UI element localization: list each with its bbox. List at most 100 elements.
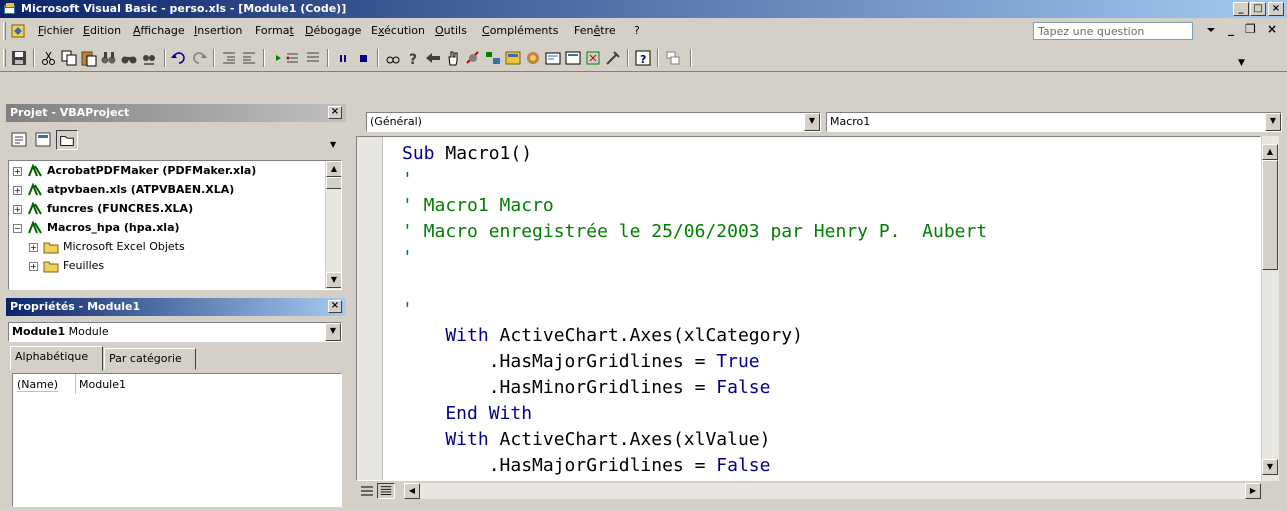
object-combo[interactable]: (Général) ▼ [366,112,821,132]
maximize-button[interactable]: □ [1250,2,1266,16]
menu-insertion[interactable]: Insertion [194,24,242,37]
toggle-breakpoint-icon[interactable] [284,49,302,67]
design-mode-icon[interactable] [464,49,482,67]
code-line[interactable]: .HasMajorGridlines = False [402,455,771,476]
menu-fenetre[interactable]: Fenêtre [574,24,616,37]
menu-execution[interactable]: Exécution [371,24,425,37]
question-input[interactable]: Tapez une question [1033,22,1193,40]
paste-icon[interactable] [80,49,98,67]
stop-icon[interactable] [354,49,372,67]
code-line[interactable]: .HasMajorGridlines = True [402,351,760,372]
procedure-view-icon[interactable] [358,483,376,499]
tree-expander[interactable]: + [13,205,22,214]
tree-expander[interactable]: + [29,243,38,252]
save-icon[interactable] [10,49,28,67]
toggle-folders-icon[interactable] [56,130,78,150]
scroll-right-button[interactable]: ▶ [1245,483,1261,499]
scroll-up-button[interactable]: ▲ [326,161,341,177]
menubar-grip[interactable] [3,22,6,40]
project-tree-scrollbar[interactable]: ▲ ▼ [325,161,341,289]
code-line[interactable]: .HasMinorGridlines = False [402,377,771,398]
code-line[interactable]: ' [402,169,413,190]
project-toolbar-chevron[interactable]: ▼ [330,140,336,149]
outdent-icon[interactable] [240,49,258,67]
help-question-icon[interactable]: ? [404,49,422,67]
tab-par-categorie[interactable]: Par catégorie [104,348,196,370]
procedure-combo[interactable]: Macro1 ▼ [826,112,1282,132]
code-horizontal-scrollbar[interactable]: ◀ ▶ [404,483,1261,499]
tree-expander[interactable]: + [29,262,38,271]
properties-object-combo[interactable]: Module1 Module ▼ [8,322,342,342]
code-vertical-scrollbar[interactable]: ▲ ▼ [1261,136,1279,481]
code-margin[interactable] [357,137,383,480]
scroll-down-button[interactable]: ▼ [326,272,341,288]
properties-window-icon[interactable] [504,49,522,67]
minimize-button[interactable]: _ [1233,2,1249,16]
properties-close-button[interactable]: × [328,300,342,313]
mdi-restore-button[interactable]: ❐ [1245,22,1256,36]
code-line[interactable]: With ActiveChart.Axes(xlCategory) [402,325,803,346]
project-explorer-icon[interactable] [484,49,502,67]
redo-icon[interactable] [190,49,208,67]
code-line[interactable]: ' [402,299,413,320]
code-line[interactable]: Sub Macro1() [402,143,532,164]
toolbox-icon[interactable] [544,49,562,67]
cut-icon[interactable] [40,49,58,67]
binoculars-icon[interactable] [120,49,138,67]
mdi-minimize-button[interactable]: _ [1228,22,1234,36]
menu-format[interactable]: Format [255,24,294,37]
tools-icon[interactable] [604,49,622,67]
property-name-value[interactable]: Module1 [79,378,126,391]
comment-block-icon[interactable] [304,49,322,67]
view-code-icon[interactable] [8,130,30,150]
hand-icon[interactable] [444,49,462,67]
pause-icon[interactable] [334,49,352,67]
toolbar-options-icon[interactable]: ▼ [1238,58,1245,68]
scroll-up-button[interactable]: ▲ [1262,144,1278,160]
form-icon[interactable] [564,49,582,67]
tab-alphabetique[interactable]: Alphabétique [10,346,103,371]
tree-expander[interactable]: − [13,224,22,233]
copy-icon[interactable] [60,49,78,67]
menu-debogage[interactable]: Débogage [305,24,361,37]
code-line[interactable]: ' Macro enregistrée le 25/06/2003 par He… [402,221,987,242]
toolbar-grip[interactable] [3,49,6,67]
menu-complements[interactable]: Compléments [482,24,558,37]
view-object-icon[interactable] [32,130,54,150]
help-icon[interactable]: ? [634,49,652,67]
scroll-left-button[interactable]: ◀ [404,483,420,499]
menu-fichier[interactable]: Fichier [38,24,74,37]
object-browser-icon[interactable] [524,49,542,67]
scroll-thumb[interactable] [326,177,341,189]
tree-expander[interactable]: + [13,186,22,195]
immediate-icon[interactable] [584,49,602,67]
scroll-down-button[interactable]: ▼ [1262,459,1278,475]
code-line[interactable]: End With [402,403,532,424]
project-close-button[interactable]: × [328,106,342,119]
chevron-down-icon[interactable]: ▼ [1265,113,1281,131]
question-dropdown-icon[interactable] [1207,26,1215,34]
arrow-left-icon[interactable] [424,49,442,67]
indent-icon[interactable] [220,49,238,67]
menu-outils[interactable]: Outils [435,24,467,37]
dock-icon[interactable] [664,49,682,67]
chevron-down-icon[interactable]: ▼ [325,323,341,341]
close-button[interactable]: × [1268,2,1284,16]
find-next-icon[interactable] [140,49,158,67]
menu-edition[interactable]: Edition [83,24,121,37]
code-line[interactable]: ' [402,247,413,268]
vba-doc-icon[interactable] [10,23,26,39]
code-editor[interactable]: Sub Macro1() ' ' Macro1 Macro ' Macro enreg… [356,136,1261,481]
property-name-key[interactable]: (Name) [17,378,59,392]
undo-icon[interactable] [170,49,188,67]
scroll-thumb[interactable] [1262,160,1278,270]
code-line[interactable]: ' Macro1 Macro [402,195,554,216]
find-icon[interactable] [100,49,118,67]
menu-help[interactable]: ? [634,24,640,37]
full-module-view-icon[interactable] [377,483,395,499]
tree-expander[interactable]: + [13,167,22,176]
code-line[interactable]: With ActiveChart.Axes(xlValue) [402,429,770,450]
watch-icon[interactable] [384,49,402,67]
chevron-down-icon[interactable]: ▼ [804,113,820,131]
mdi-close-button[interactable]: × [1267,22,1277,36]
